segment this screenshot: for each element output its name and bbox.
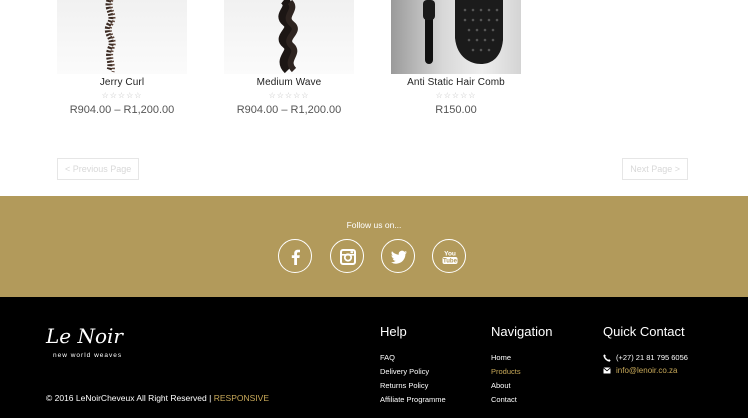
product-card[interactable]: Jerry Curl ☆☆☆☆☆ R904.00 – R1,200.00 — [57, 0, 187, 116]
footer-nav-home[interactable]: Home — [491, 351, 552, 365]
product-card[interactable]: Medium Wave ☆☆☆☆☆ R904.00 – R1,200.00 — [224, 0, 354, 116]
phone-icon — [603, 353, 612, 362]
product-image[interactable] — [57, 0, 187, 74]
product-grid: Jerry Curl ☆☆☆☆☆ R904.00 – R1,200.00 Med… — [0, 0, 748, 196]
envelope-icon — [603, 367, 612, 374]
phone-number: (+27) 21 81 795 6056 — [616, 353, 688, 362]
logo-wordmark: Le Noir — [46, 324, 123, 348]
site-footer: Le Noir new world weaves © 2016 LeNoirCh… — [0, 297, 748, 418]
rating-stars: ☆☆☆☆☆ — [101, 91, 143, 100]
copyright-label: © 2016 LeNoirCheveux All Right Reserved … — [46, 393, 212, 403]
follow-us-band: Follow us on... — [0, 196, 748, 297]
facebook-icon[interactable] — [278, 239, 312, 273]
product-title[interactable]: Jerry Curl — [57, 77, 187, 88]
help-heading: Help — [380, 324, 407, 339]
brand-logo[interactable]: Le Noir new world weaves — [46, 324, 146, 362]
product-price: R150.00 — [435, 104, 477, 116]
quick-contact-heading: Quick Contact — [603, 324, 685, 339]
next-page-button[interactable]: Next Page > — [622, 158, 688, 180]
navigation-heading: Navigation — [491, 324, 553, 339]
product-title[interactable]: Anti Static Hair Comb — [391, 77, 521, 88]
rating-stars: ☆☆☆☆☆ — [435, 91, 477, 100]
email-link[interactable]: info@lenoir.co.za — [616, 364, 678, 377]
svg-text:Tube: Tube — [443, 259, 458, 265]
product-price: R904.00 – R1,200.00 — [236, 104, 342, 116]
email-row: info@lenoir.co.za — [603, 364, 688, 377]
footer-link-faq[interactable]: FAQ — [380, 351, 446, 365]
product-image[interactable] — [224, 0, 354, 74]
rating-stars: ☆☆☆☆☆ — [268, 91, 310, 100]
footer-nav-products[interactable]: Products — [491, 365, 552, 379]
follow-us-label: Follow us on... — [346, 220, 402, 230]
help-column: Help FAQ Delivery Policy Returns Policy … — [380, 324, 446, 407]
footer-link-returns-policy[interactable]: Returns Policy — [380, 379, 446, 393]
svg-text:You: You — [444, 251, 456, 258]
youtube-icon[interactable]: You Tube — [432, 239, 466, 273]
logo-tagline: new world weaves — [53, 352, 123, 359]
footer-nav-about[interactable]: About — [491, 379, 552, 393]
responsive-link[interactable]: RESPONSIVE — [214, 393, 269, 403]
footer-link-affiliate-programme[interactable]: Affiliate Programme — [380, 393, 446, 407]
footer-nav-contact[interactable]: Contact — [491, 393, 552, 407]
product-price: R904.00 – R1,200.00 — [69, 104, 175, 116]
instagram-icon[interactable] — [330, 239, 364, 273]
product-image[interactable] — [391, 0, 521, 74]
product-title[interactable]: Medium Wave — [224, 77, 354, 88]
quick-contact-column: Quick Contact (+27) 21 81 795 6056 info@… — [603, 324, 688, 377]
product-card[interactable]: Anti Static Hair Comb ☆☆☆☆☆ R150.00 — [391, 0, 521, 116]
copyright-text: © 2016 LeNoirCheveux All Right Reserved … — [46, 393, 269, 403]
previous-page-button[interactable]: < Previous Page — [57, 158, 140, 180]
footer-link-delivery-policy[interactable]: Delivery Policy — [380, 365, 446, 379]
navigation-column: Navigation Home Products About Contact — [491, 324, 552, 407]
twitter-icon[interactable] — [381, 239, 415, 273]
phone-row: (+27) 21 81 795 6056 — [603, 351, 688, 364]
